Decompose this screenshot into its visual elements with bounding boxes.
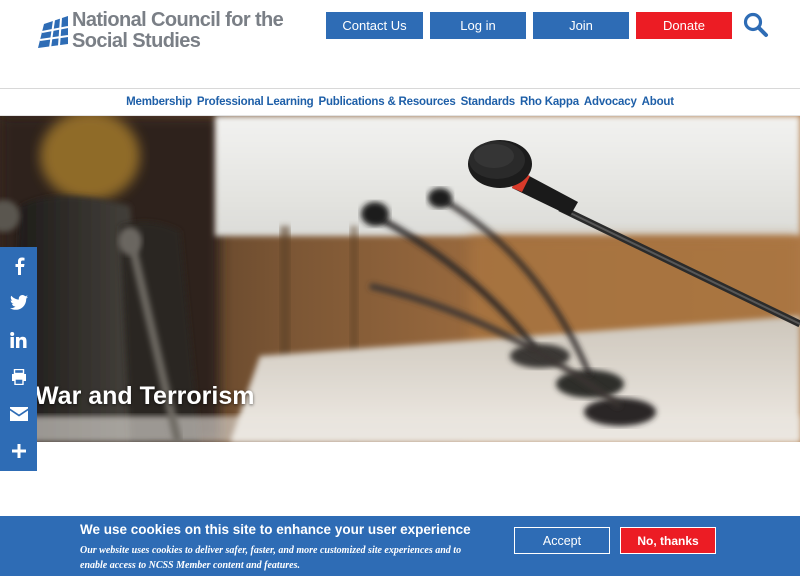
logo-text: National Council for the Social Studies xyxy=(72,9,284,52)
email-icon xyxy=(9,406,28,421)
linkedin-icon xyxy=(10,331,27,348)
print-button[interactable] xyxy=(0,358,37,395)
decline-cookies-button[interactable]: No, thanks xyxy=(620,527,716,554)
globe-logo-icon xyxy=(38,16,69,49)
main-nav: Membership Professional Learning Publica… xyxy=(0,89,800,115)
donate-button[interactable]: Donate xyxy=(636,12,732,39)
nav-item-publications-resources[interactable]: Publications & Resources xyxy=(318,96,455,108)
twitter-icon xyxy=(9,295,28,310)
facebook-share-button[interactable] xyxy=(0,247,37,284)
site-header: National Council for the Social Studies … xyxy=(0,0,800,88)
nav-item-professional-learning[interactable]: Professional Learning xyxy=(197,96,314,108)
more-icon xyxy=(11,443,26,458)
log-in-button[interactable]: Log in xyxy=(430,12,526,39)
search-icon[interactable] xyxy=(742,12,770,38)
logo-line-1: National Council for the xyxy=(72,9,284,31)
page: National Council for the Social Studies … xyxy=(0,0,800,576)
nav-item-advocacy[interactable]: Advocacy xyxy=(584,96,637,108)
logo-line-2: Social Studies xyxy=(72,30,201,52)
join-button[interactable]: Join xyxy=(533,12,629,39)
share-sidebar xyxy=(0,247,37,471)
accept-cookies-button[interactable]: Accept xyxy=(514,527,610,554)
twitter-share-button[interactable] xyxy=(0,284,37,321)
nav-item-rho-kappa[interactable]: Rho Kappa xyxy=(520,96,579,108)
email-share-button[interactable] xyxy=(0,395,37,432)
cookie-description: Our website uses cookies to deliver safe… xyxy=(80,545,462,571)
nav-item-about[interactable]: About xyxy=(642,96,674,108)
print-icon xyxy=(11,368,26,385)
cookie-title: We use cookies on this site to enhance y… xyxy=(80,522,471,537)
hero-banner: War and Terrorism xyxy=(0,116,800,442)
nav-item-membership[interactable]: Membership xyxy=(126,96,192,108)
linkedin-share-button[interactable] xyxy=(0,321,37,358)
page-title: War and Terrorism xyxy=(35,382,255,410)
facebook-icon xyxy=(15,257,24,275)
more-share-button[interactable] xyxy=(0,432,37,469)
contact-us-button[interactable]: Contact Us xyxy=(326,12,423,39)
nav-item-standards[interactable]: Standards xyxy=(461,96,516,108)
site-logo[interactable]: National Council for the Social Studies xyxy=(32,10,292,54)
